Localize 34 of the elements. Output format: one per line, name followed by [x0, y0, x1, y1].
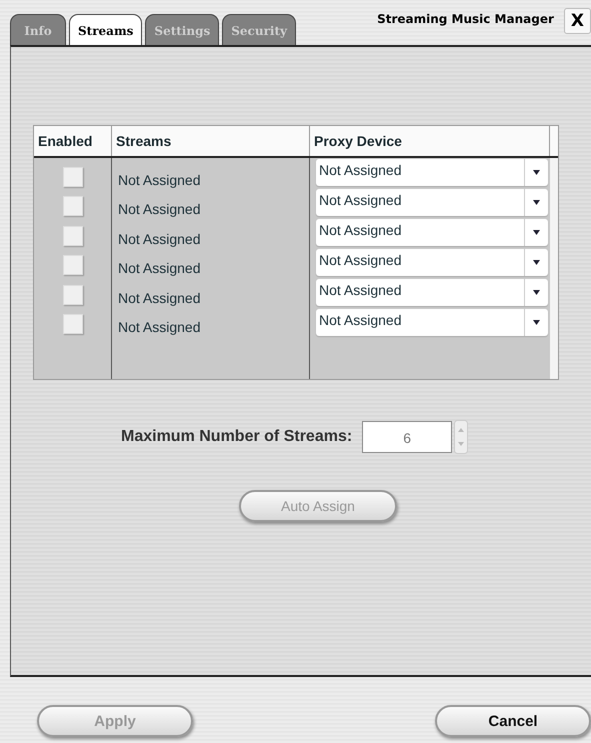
proxy-dropdown[interactable]: Not Assigned: [316, 309, 548, 336]
proxy-dropdown[interactable]: Not Assigned: [316, 189, 548, 216]
close-button[interactable]: X: [564, 8, 591, 34]
caret-icon: [533, 290, 540, 295]
checkbox[interactable]: [62, 314, 82, 334]
table-cell-text: Not Assigned: [117, 260, 200, 276]
table-cell-text: Not Assigned: [117, 201, 200, 218]
caret-icon: [533, 260, 540, 265]
max-streams-label: Maximum Number of Streams:: [121, 428, 352, 446]
cancel-button[interactable]: Cancel: [435, 705, 591, 737]
window-title: Streaming Music Manager: [377, 12, 554, 26]
checkbox[interactable]: [62, 226, 82, 246]
table-cell-text: Not Assigned: [117, 230, 200, 247]
caret-icon: [533, 170, 540, 175]
checkbox[interactable]: [62, 284, 82, 305]
caret-icon: [533, 230, 540, 235]
table-cell-text: Not Assigned: [117, 172, 200, 188]
table-cell-text: Not Assigned: [117, 319, 200, 336]
table-cell-text: Not Assigned: [117, 290, 200, 306]
checkbox[interactable]: [62, 166, 82, 187]
checkbox[interactable]: [62, 255, 82, 276]
scrollbar-track[interactable]: [550, 158, 558, 379]
proxy-dropdown[interactable]: Not Assigned: [316, 219, 548, 246]
proxy-dropdown[interactable]: Not Assigned: [316, 279, 548, 306]
tab[interactable]: Streams: [69, 14, 142, 45]
column-header: Enabled: [34, 126, 112, 156]
spinner-arrows-icon[interactable]: [454, 420, 468, 454]
column-header: Proxy Device: [310, 126, 550, 156]
column-header: Streams: [112, 126, 310, 156]
caret-icon: [533, 320, 540, 325]
checkbox[interactable]: [62, 196, 82, 216]
proxy-dropdown[interactable]: Not Assigned: [316, 159, 548, 186]
proxy-dropdown[interactable]: Not Assigned: [316, 249, 548, 276]
caret-icon: [533, 200, 540, 205]
